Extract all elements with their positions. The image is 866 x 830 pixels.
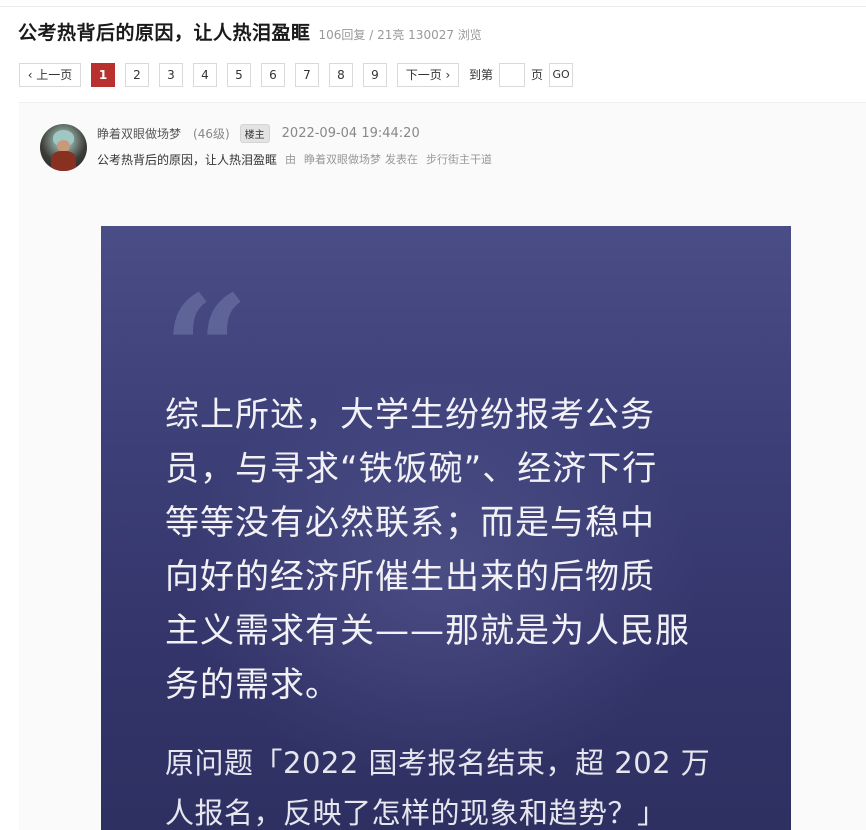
- subtitle-author-link[interactable]: 睁着双眼做场梦: [304, 151, 381, 167]
- page-8-button[interactable]: 8: [329, 62, 353, 87]
- page-5-button[interactable]: 5: [227, 62, 251, 87]
- post-container: 睁着双眼做场梦 (46级) 楼主 2022-09-04 19:44:20 公考热…: [19, 102, 866, 830]
- prev-page-button[interactable]: ‹ 上一页: [19, 62, 81, 87]
- thread-title[interactable]: 公考热背后的原因，让人热泪盈眶: [18, 18, 311, 45]
- image-footer-line: 原问题「2022 国考报名结束，超 202 万: [165, 746, 711, 780]
- avatar[interactable]: [40, 124, 87, 171]
- thread-header: 公考热背后的原因，让人热泪盈眶 106回复 / 21亮 130027 浏览: [18, 18, 482, 46]
- post-image[interactable]: “ 综上所述，大学生纷纷报考公务 员，与寻求“铁饭碗”、经济下行 等等没有必然联…: [101, 226, 791, 830]
- next-page-button[interactable]: 下一页 ›: [397, 62, 459, 87]
- thread-stats: 106回复 / 21亮 130027 浏览: [318, 28, 482, 42]
- goto-suffix-label: 页: [531, 68, 544, 82]
- go-button[interactable]: GO: [549, 62, 574, 87]
- page-1-button[interactable]: 1: [91, 62, 115, 87]
- top-divider: [0, 6, 866, 7]
- page-7-button[interactable]: 7: [295, 62, 319, 87]
- page-9-button[interactable]: 9: [363, 62, 387, 87]
- page-6-button[interactable]: 6: [261, 62, 285, 87]
- image-footer-text: 原问题「2022 国考报名结束，超 202 万 人报名，反映了怎样的现象和趋势？…: [165, 738, 765, 830]
- image-body-line: 向好的经济所催生出来的后物质: [165, 557, 655, 597]
- image-footer-line: 人报名，反映了怎样的现象和趋势？」: [165, 796, 667, 830]
- image-body-line: 综上所述，大学生纷纷报考公务: [165, 395, 655, 435]
- forum-link[interactable]: 步行街主干道: [426, 151, 492, 167]
- image-body-line: 主义需求有关——那就是为人民服: [165, 611, 690, 651]
- op-badge: 楼主: [239, 123, 270, 143]
- by-label: 由: [285, 153, 297, 166]
- post-subtitle-row: 公考热背后的原因，让人热泪盈眶 由 睁着双眼做场梦 发表在 步行街主干道: [97, 151, 492, 167]
- page-3-button[interactable]: 3: [159, 62, 183, 87]
- goto-prefix-label: 到第: [469, 68, 494, 82]
- post-time: 2022-09-04 19:44:20: [281, 125, 420, 141]
- page-2-button[interactable]: 2: [125, 62, 149, 87]
- goto-page-input[interactable]: [499, 62, 526, 87]
- avatar-body: [51, 151, 76, 171]
- image-body-text: 综上所述，大学生纷纷报考公务 员，与寻求“铁饭碗”、经济下行 等等没有必然联系；…: [165, 388, 745, 712]
- posted-in-label: 发表在: [385, 153, 419, 166]
- image-body-line: 等等没有必然联系；而是与稳中: [165, 503, 655, 543]
- author-name[interactable]: 睁着双眼做场梦: [97, 125, 181, 142]
- post-subtitle: 公考热背后的原因，让人热泪盈眶: [97, 152, 278, 167]
- image-body-line: 务的需求。: [165, 665, 340, 705]
- author-level: (46级): [193, 126, 230, 141]
- post-meta: 睁着双眼做场梦 (46级) 楼主 2022-09-04 19:44:20: [97, 123, 420, 143]
- pagination: ‹ 上一页 1 2 3 4 5 6 7 8 9 下一页 › 到第 页 GO: [19, 62, 574, 87]
- page-4-button[interactable]: 4: [193, 62, 217, 87]
- image-body-line: 员，与寻求“铁饭碗”、经济下行: [165, 449, 658, 489]
